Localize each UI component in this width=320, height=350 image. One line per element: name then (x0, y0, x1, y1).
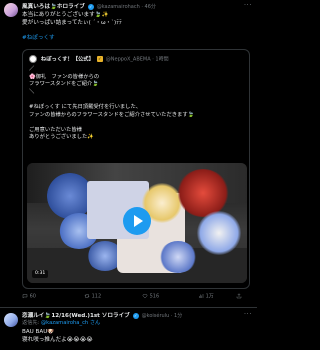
quoted-tweet-header: ねぽっくす！【公式】 ✓ @NeppoX_ABEMA · 1時間 (29, 55, 169, 64)
author-name[interactable]: 風真いろは🍃ホロライブ (22, 4, 85, 10)
quoted-text-line (29, 96, 244, 104)
author-name[interactable]: 恋瀬ルイ🍃12/16(Wed.)1st ソロライブ (22, 313, 130, 319)
verified-icon: ✓ (132, 312, 139, 319)
heart-icon (142, 294, 148, 299)
author-handle[interactable]: @kazamairohach · 46分 (97, 4, 156, 10)
views-icon (199, 294, 204, 298)
tweet-text-line: 本当にありがとうございます🍃✨ (22, 12, 109, 18)
more-options-icon[interactable]: ··· (244, 1, 252, 10)
tweet-text-line: BAU BAU🐶 (22, 328, 55, 335)
like-button[interactable]: 516 (142, 293, 159, 300)
flower-decoration (159, 241, 197, 273)
quoted-text-line: ファンの皆様からのフラワースタンドをご紹介させていただきます🍃 (29, 111, 195, 118)
flower-decoration (177, 169, 229, 217)
author-avatar[interactable] (4, 3, 18, 17)
play-button-icon[interactable] (123, 207, 151, 235)
flower-decoration (197, 211, 241, 255)
views-button[interactable]: 1万 (198, 293, 214, 300)
reply-icon (22, 294, 28, 299)
verified-org-icon: ✓ (96, 56, 103, 62)
replying-to: 返信先: @kazamairoha_ch さん (22, 320, 249, 328)
tweet-actions: 60 112 516 1万 (22, 293, 250, 302)
verified-icon: ✓ (87, 3, 94, 10)
tweet[interactable]: 風真いろは🍃ホロライブ ✓ @kazamairohach · 46分 ··· 本… (0, 0, 257, 305)
reply-button[interactable]: 60 (22, 293, 36, 300)
tweet-text-line: 愛がいっぱい詰まってたぃ( ´・ω・`)ﾃﾃ (22, 19, 122, 26)
reply-count: 60 (29, 293, 36, 300)
quoted-text-line: フラワースタンドをご紹介🍃 (29, 81, 99, 88)
share-button[interactable] (236, 293, 242, 300)
quoted-text-line (29, 119, 244, 127)
author-avatar[interactable] (4, 313, 18, 327)
replying-to-label: 返信先: (22, 320, 40, 326)
quoted-text-line: ありがとうございました✨ (29, 134, 94, 141)
view-count: 1万 (205, 293, 214, 300)
quoted-tweet-text: ／ 🌸御礼 ファンの皆様からの フラワースタンドをご紹介🍃 ＼ #ねぽっくす に… (29, 66, 244, 142)
retweet-icon (84, 294, 90, 298)
replying-to-handle[interactable]: @kazamairoha_ch さん (41, 320, 100, 326)
quoted-text-line: ＼ (29, 88, 35, 95)
quoted-text-line: ／ (29, 66, 35, 72)
quoted-author-handle: @NeppoX_ABEMA · 1時間 (105, 56, 169, 63)
reply-tweet[interactable]: 恋瀬ルイ🍃12/16(Wed.)1st ソロライブ ✓ @koisérulu ·… (0, 307, 257, 350)
like-count: 516 (149, 293, 160, 300)
video-duration: 0:31 (32, 269, 49, 278)
more-options-icon[interactable]: ··· (244, 310, 252, 319)
quoted-text-line: #ねぽっくす にて先日頂戴受付を行いました、 (29, 103, 142, 110)
tweet-text: 返信先: @kazamairoha_ch さん BAU BAU🐶 寝れ咲っ推んだ… (22, 320, 249, 344)
tweet-text: 本当にありがとうございます🍃✨ 愛がいっぱい詰まってたぃ( ´・ω・`)ﾃﾃ (22, 12, 249, 27)
quoted-tweet[interactable]: ねぽっくす！【公式】 ✓ @NeppoX_ABEMA · 1時間 ／ 🌸御礼 フ… (22, 49, 250, 289)
author-handle[interactable]: @koisérulu · 1分 (142, 313, 183, 319)
retweet-count: 112 (91, 293, 102, 300)
quoted-author-avatar (29, 55, 37, 63)
retweet-button[interactable]: 112 (84, 293, 101, 300)
quoted-author-name: ねぽっくす！【公式】 (40, 56, 94, 63)
hashtag-link[interactable]: #ねぽっくす (22, 35, 55, 43)
share-icon (236, 293, 242, 299)
video-player[interactable]: 0:31 (27, 163, 247, 283)
tweet-header: 風真いろは🍃ホロライブ ✓ @kazamairohach · 46分 (22, 3, 249, 12)
tweet-text-line: 寝れ咲っ推んだよ😭😭😭😭 (22, 336, 93, 343)
